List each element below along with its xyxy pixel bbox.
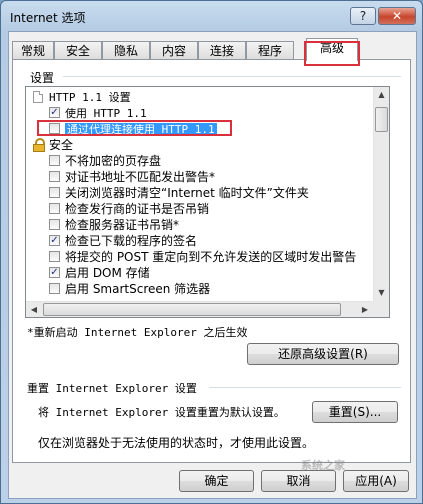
checkbox-use-http11[interactable] xyxy=(49,107,60,118)
list-item-http11-header: HTTP 1.1 设置 xyxy=(33,89,131,105)
horizontal-scrollbar[interactable]: ◀ ▶ xyxy=(26,301,373,317)
settings-list[interactable]: HTTP 1.1 设置 使用 HTTP 1.1 通过代理连接使用 HTTP 1.… xyxy=(25,86,390,318)
help-button[interactable]: ? xyxy=(350,7,376,25)
scroll-up-arrow-icon[interactable]: ▲ xyxy=(374,87,389,103)
restore-advanced-settings-button[interactable]: 还原高级设置(R) xyxy=(247,343,399,365)
checkbox-empty-temp-files[interactable] xyxy=(49,187,60,198)
tab-security[interactable]: 安全 xyxy=(54,41,102,60)
checkbox-cert-mismatch-warn[interactable] xyxy=(49,171,60,182)
internet-options-window: Internet 选项 ? ✕ 常规 安全 隐私 内容 连接 程序 高级 设置 … xyxy=(0,0,423,504)
reset-section-title: 重置 Internet Explorer 设置 xyxy=(27,382,197,395)
list-item-post-redirect-warn[interactable]: 将提交的 POST 重定向到不允许发送的区域时发出警告 xyxy=(49,249,356,265)
advanced-tab-page: 设置 HTTP 1.1 设置 使用 HTTP 1.1 通过代理连接使用 HTTP… xyxy=(12,59,411,463)
tab-content[interactable]: 内容 xyxy=(150,41,198,60)
checkbox-server-revocation[interactable] xyxy=(49,219,60,230)
dialog-client-area: 常规 安全 隐私 内容 连接 程序 高级 设置 HTTP 1.1 设置 使用 H… xyxy=(8,31,417,499)
list-item-smartscreen[interactable]: 启用 SmartScreen 筛选器 xyxy=(49,281,210,297)
list-item-http11-proxy[interactable]: 通过代理连接使用 HTTP 1.1 xyxy=(49,121,217,137)
lock-icon xyxy=(33,138,45,152)
list-item-dom-storage[interactable]: 启用 DOM 存储 xyxy=(49,265,150,281)
reset-group-divider xyxy=(209,387,401,388)
settings-group-label: 设置 xyxy=(30,71,55,85)
checkbox-http11-proxy[interactable] xyxy=(49,123,60,134)
checkbox-check-signatures[interactable] xyxy=(49,235,60,246)
list-item-server-revocation[interactable]: 检查服务器证书吊销* xyxy=(49,217,179,233)
reset-button[interactable]: 重置(S)... xyxy=(312,401,398,423)
list-item-security-header: 安全 xyxy=(33,137,73,153)
reset-description: 将 Internet Explorer 设置重置为默认设置。 xyxy=(38,406,285,419)
list-item-publisher-revocation[interactable]: 检查发行商的证书是否吊销 xyxy=(49,201,209,217)
list-item-empty-temp-files[interactable]: 关闭浏览器时清空“Internet 临时文件”文件夹 xyxy=(49,185,309,201)
tab-programs[interactable]: 程序 xyxy=(246,41,294,60)
vertical-scroll-thumb[interactable] xyxy=(375,107,388,132)
horizontal-scroll-thumb[interactable] xyxy=(43,303,341,316)
tab-connections[interactable]: 连接 xyxy=(198,41,246,60)
window-title: Internet 选项 xyxy=(10,11,86,25)
checkbox-no-save-encrypted[interactable] xyxy=(49,155,60,166)
scroll-right-arrow-icon[interactable]: ▶ xyxy=(357,302,373,317)
scroll-down-arrow-icon[interactable]: ▼ xyxy=(374,285,389,301)
title-bar[interactable]: Internet 选项 ? ✕ xyxy=(1,1,422,31)
tab-general[interactable]: 常规 xyxy=(12,41,54,60)
tab-privacy[interactable]: 隐私 xyxy=(102,41,150,60)
reset-usage-note: 仅在浏览器处于无法使用的状态时，才使用此设置。 xyxy=(38,436,315,450)
checkbox-smartscreen[interactable] xyxy=(49,283,60,294)
settings-group-divider xyxy=(63,76,401,77)
close-button[interactable]: ✕ xyxy=(378,7,416,25)
checkbox-post-redirect-warn[interactable] xyxy=(49,251,60,262)
vertical-scrollbar[interactable]: ▲ ▼ xyxy=(373,87,389,301)
scroll-left-arrow-icon[interactable]: ◀ xyxy=(26,302,42,317)
watermark-logo: 系统之家 xyxy=(301,459,345,472)
cancel-button[interactable]: 取消 xyxy=(261,470,336,492)
ok-button[interactable]: 确定 xyxy=(179,470,254,492)
list-item-no-save-encrypted[interactable]: 不将加密的页存盘 xyxy=(49,153,161,169)
tab-advanced[interactable]: 高级 xyxy=(306,38,358,61)
checkbox-publisher-revocation[interactable] xyxy=(49,203,60,214)
list-item-use-http11[interactable]: 使用 HTTP 1.1 xyxy=(49,105,147,121)
scrollbar-corner xyxy=(372,301,389,317)
page-icon xyxy=(33,91,43,103)
list-item-check-signatures[interactable]: 检查已下载的程序的签名 xyxy=(49,233,197,249)
list-item-cert-mismatch-warn[interactable]: 对证书地址不匹配发出警告* xyxy=(49,169,215,185)
checkbox-dom-storage[interactable] xyxy=(49,267,60,278)
restart-note: *重新启动 Internet Explorer 之后生效 xyxy=(27,326,248,339)
apply-button[interactable]: 应用(A) xyxy=(343,470,409,492)
